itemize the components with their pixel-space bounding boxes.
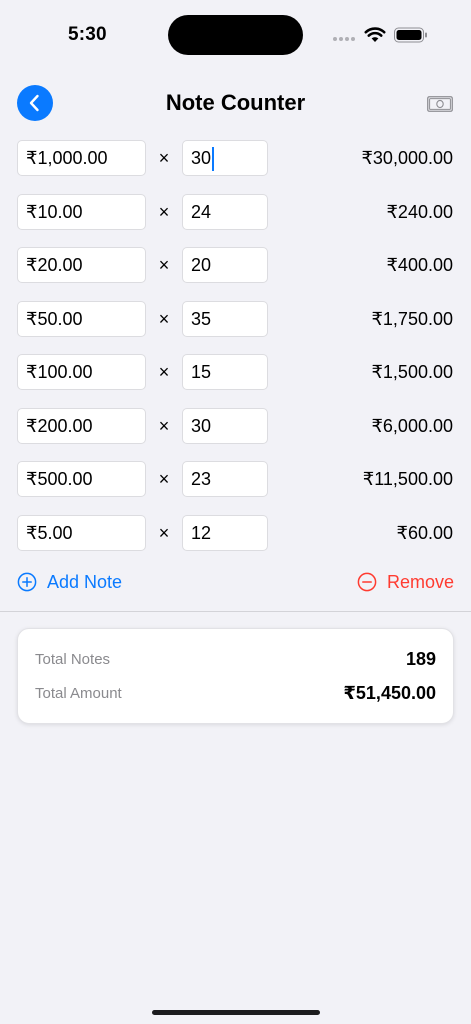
multiply-sign: ×	[158, 362, 170, 382]
page-title: Note Counter	[165, 90, 306, 115]
note-row: ₹20.00 × 20 ₹400.00	[0, 247, 471, 285]
text-cursor	[212, 147, 215, 172]
battery-icon	[394, 27, 427, 43]
quantity-field[interactable]: 15	[182, 354, 268, 390]
multiply-sign: ×	[158, 148, 170, 168]
row-total: ₹60.00	[396, 522, 454, 543]
denomination-field[interactable]: ₹100.00	[17, 354, 146, 390]
multiply-sign: ×	[158, 201, 170, 222]
row-total: ₹30,000.00	[361, 148, 453, 168]
row-total: ₹1,750.00	[371, 308, 453, 329]
dynamic-island	[168, 15, 303, 55]
row-total: ₹6,000.00	[371, 415, 453, 436]
denomination-field[interactable]: ₹10.00	[17, 193, 146, 230]
row-total: ₹11,500.00	[362, 469, 453, 489]
denomination-field[interactable]: ₹500.00	[17, 461, 146, 497]
quantity-value: 30	[191, 148, 212, 168]
summary-card: Total Notes 189 Total Amount ₹51,450.00	[17, 628, 454, 724]
note-row: ₹100.00 × 15 ₹1,500.00	[0, 354, 471, 392]
denomination-field[interactable]: ₹5.00	[17, 514, 146, 551]
total-amount-label: Total Amount	[35, 685, 122, 702]
denomination-field[interactable]: ₹20.00	[17, 247, 146, 283]
denomination-field[interactable]: ₹200.00	[17, 407, 146, 444]
multiply-sign: ×	[158, 255, 170, 275]
multiply-sign: ×	[158, 522, 170, 543]
note-row: ₹200.00 × 30 ₹6,000.00	[0, 407, 471, 446]
add-circle-icon	[17, 572, 37, 592]
total-notes-value: 189	[405, 649, 436, 669]
quantity-field[interactable]: 23	[182, 461, 268, 497]
row-total: ₹400.00	[386, 255, 453, 275]
quantity-field[interactable]: 24	[182, 193, 268, 230]
multiply-sign: ×	[158, 469, 170, 489]
note-row: ₹50.00 × 35 ₹1,750.00	[0, 300, 471, 339]
note-row: ₹1,000.00 × 30 ₹30,000.00	[0, 140, 471, 178]
multiply-sign: ×	[158, 308, 170, 329]
divider	[0, 611, 471, 612]
denomination-field[interactable]: ₹50.00	[17, 300, 146, 337]
add-note-label: Add Note	[47, 571, 123, 592]
note-row: ₹5.00 × 12 ₹60.00	[0, 514, 471, 553]
wifi-icon	[364, 27, 386, 42]
note-row: ₹500.00 × 23 ₹11,500.00	[0, 461, 471, 499]
quantity-field[interactable]: 12	[182, 514, 268, 551]
quantity-field[interactable]: 20	[182, 247, 268, 283]
remove-button[interactable]: Remove	[357, 570, 454, 594]
quantity-field[interactable]: 30	[182, 140, 268, 176]
row-total: ₹240.00	[386, 201, 453, 222]
total-notes-label: Total Notes	[35, 651, 111, 668]
status-bar: 5:30	[0, 0, 471, 70]
denomination-field[interactable]: ₹1,000.00	[17, 140, 146, 176]
multiply-sign: ×	[158, 415, 170, 436]
home-indicator	[152, 1010, 320, 1015]
add-note-button[interactable]: Add Note	[17, 570, 122, 594]
quantity-field[interactable]: 35	[182, 300, 268, 337]
cash-icon[interactable]	[427, 96, 453, 112]
row-total: ₹1,500.00	[371, 362, 453, 382]
remove-label: Remove	[386, 571, 454, 592]
total-amount-value: ₹51,450.00	[343, 683, 436, 703]
cellular-icon	[333, 37, 357, 41]
quantity-field[interactable]: 30	[182, 407, 268, 444]
note-row: ₹10.00 × 24 ₹240.00	[0, 193, 471, 232]
remove-circle-icon	[357, 572, 377, 592]
status-time: 5:30	[68, 24, 107, 45]
